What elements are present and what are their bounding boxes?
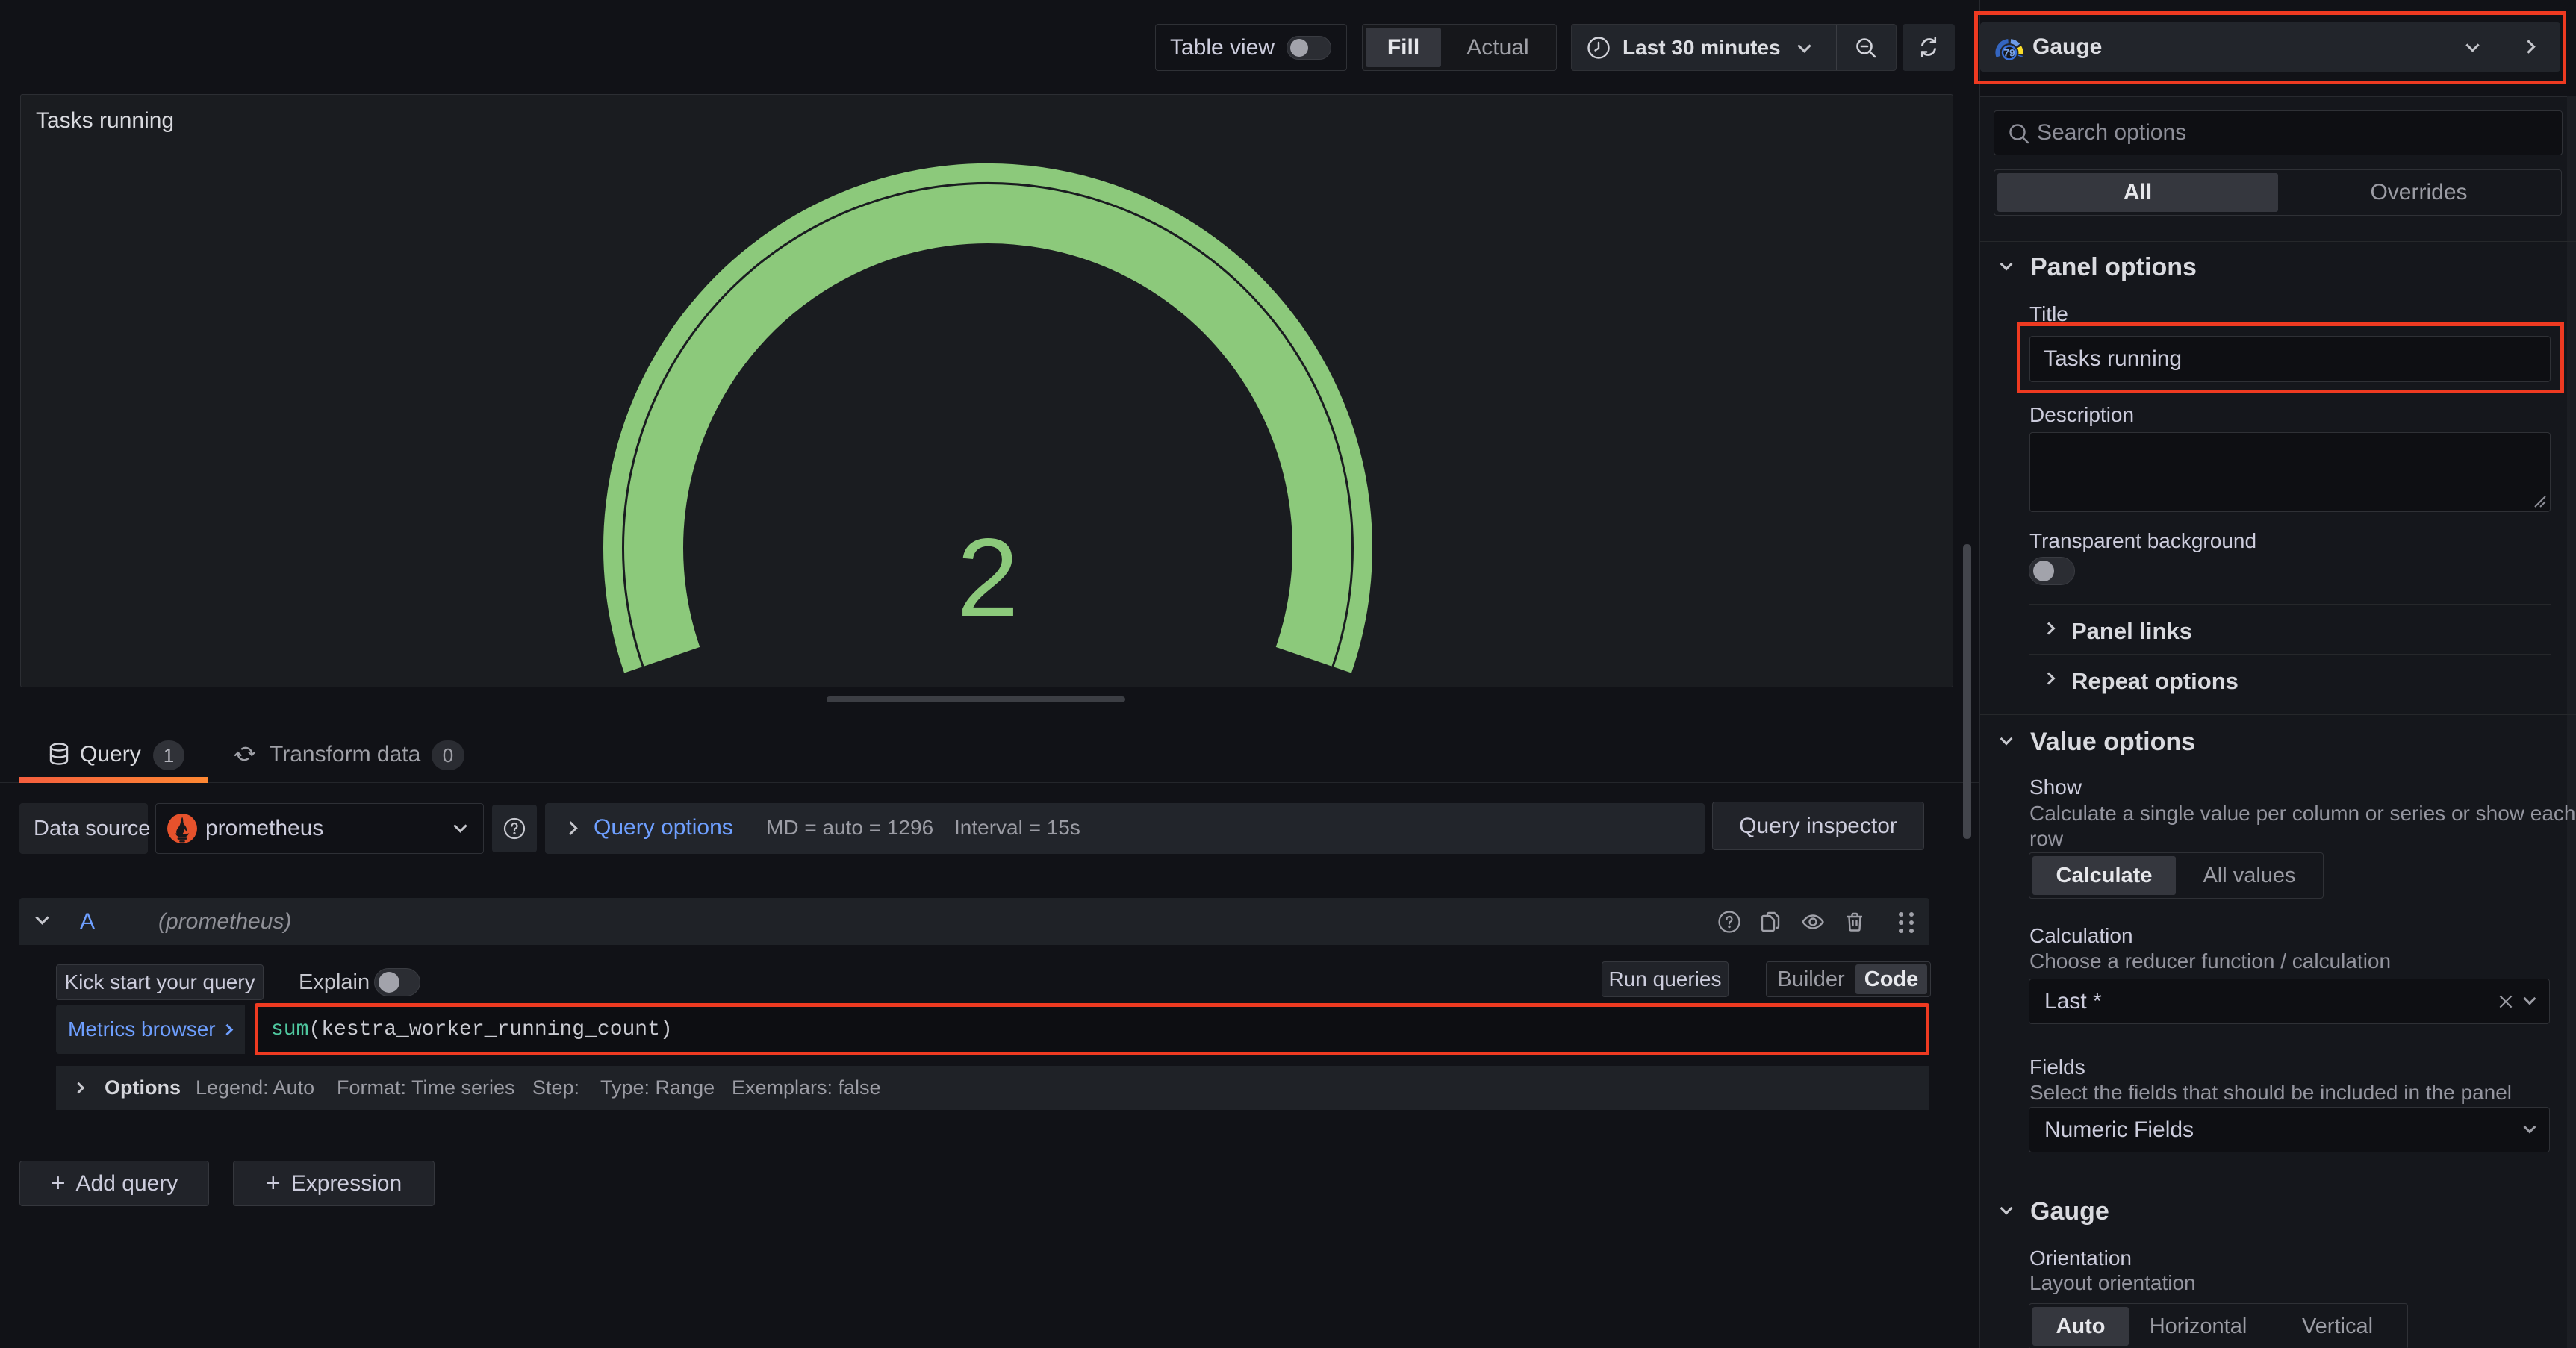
svg-text:2: 2 [957, 515, 1019, 640]
svg-text:79: 79 [2003, 47, 2015, 59]
